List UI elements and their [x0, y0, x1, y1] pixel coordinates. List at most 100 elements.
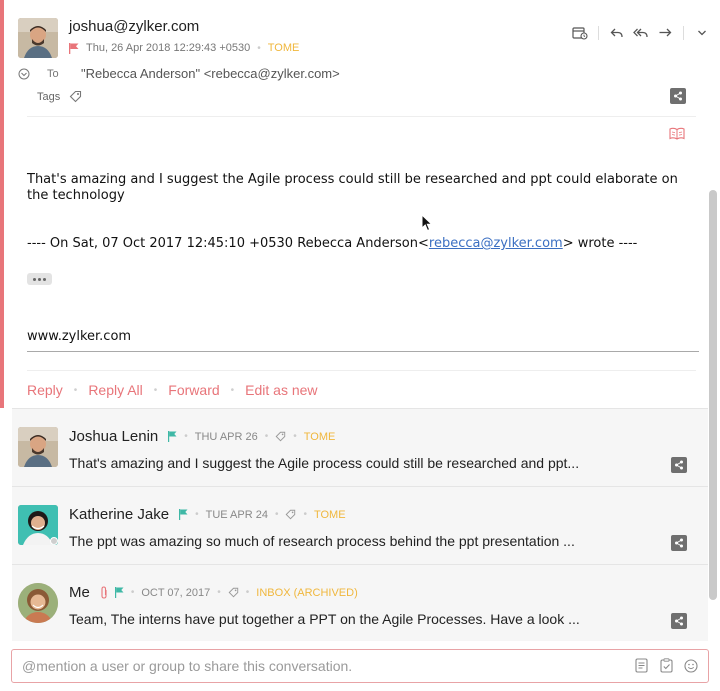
selected-indicator	[0, 0, 4, 408]
message-toolbar	[568, 24, 714, 42]
emoji-icon	[684, 658, 698, 673]
signature-divider	[27, 351, 699, 352]
mention-input[interactable]	[22, 658, 582, 674]
mention-box	[11, 649, 709, 683]
quote-suffix: > wrote ----	[562, 236, 638, 251]
message-snippet: The ppt was amazing so much of research …	[69, 533, 575, 549]
forward-icon	[659, 28, 672, 37]
thread-date: THU APR 26	[194, 430, 258, 443]
flag-icon[interactable]	[114, 587, 124, 598]
attachment-icon[interactable]	[100, 586, 108, 599]
separator-dot: •	[195, 509, 199, 520]
reply-button[interactable]	[605, 24, 629, 42]
emoji-button[interactable]	[684, 658, 698, 673]
task-button[interactable]	[659, 658, 673, 673]
task-icon	[659, 658, 673, 673]
reply-all-button[interactable]	[629, 24, 653, 42]
folder-label[interactable]: TOME	[304, 431, 336, 443]
expand-icon[interactable]	[18, 68, 30, 80]
reply-all-link[interactable]: Reply All	[88, 382, 142, 398]
reply-icon	[610, 28, 623, 38]
to-label: To	[47, 67, 59, 80]
separator-dot: •	[217, 587, 221, 598]
share-icon	[675, 460, 683, 470]
separator-dot: •	[184, 431, 188, 442]
thread-date: OCT 07, 2017	[141, 586, 211, 599]
share-button[interactable]	[671, 457, 687, 473]
scrollbar[interactable]	[709, 190, 717, 600]
quote-prefix: ---- On Sat, 07 Oct 2017 12:45:10 +0530 …	[27, 236, 429, 251]
show-quoted-button[interactable]	[27, 273, 52, 285]
message-snippet: Team, The interns have put together a PP…	[69, 611, 580, 627]
share-button[interactable]	[671, 535, 687, 551]
reply-link[interactable]: Reply	[27, 382, 63, 398]
sender-name: Me	[69, 584, 90, 601]
sender-name: Katherine Jake	[69, 506, 170, 523]
thread-meta: • TUE APR 24 • • TOME	[179, 508, 346, 521]
thread-meta: • OCT 07, 2017 • • INBOX (ARCHIVED)	[100, 586, 358, 599]
share-button[interactable]	[671, 613, 687, 629]
thread-sender-row: Joshua Lenin • THU APR 26 • • TOME	[69, 428, 335, 445]
flag-icon[interactable]	[179, 509, 188, 520]
quote-email-link[interactable]: rebecca@zylker.com	[429, 236, 563, 251]
thread-item[interactable]: Joshua Lenin • THU APR 26 • • TOME That'…	[12, 408, 708, 486]
separator-dot: •	[73, 384, 78, 396]
mention-icons	[634, 658, 698, 673]
tag-icon[interactable]	[228, 587, 239, 598]
message-actions: Reply • Reply All • Forward • Edit as ne…	[27, 382, 318, 398]
calendar-button[interactable]	[568, 24, 592, 42]
tag-icon[interactable]	[69, 90, 82, 103]
avatar[interactable]	[18, 18, 58, 58]
folder-label[interactable]: TOME	[268, 42, 300, 54]
sender-email[interactable]: joshua@zylker.com	[69, 18, 199, 35]
mouse-cursor-icon	[421, 214, 433, 232]
message-body: That's amazing and I suggest the Agile p…	[27, 172, 678, 203]
separator-dot: •	[303, 509, 307, 520]
separator-dot: •	[245, 587, 250, 598]
notes-icon	[634, 658, 648, 673]
more-chevron-icon	[698, 30, 706, 36]
toolbar-divider	[683, 26, 684, 40]
message-date: Thu, 26 Apr 2018 12:29:43 +0530	[86, 42, 251, 54]
forward-link[interactable]: Forward	[168, 382, 219, 398]
presence-indicator	[50, 537, 58, 545]
calendar-icon	[572, 27, 588, 40]
tags-row: Tags	[37, 90, 82, 103]
thread-sender-row: Me • OCT 07, 2017 • • INBOX (ARCHIVED)	[69, 584, 358, 601]
to-value[interactable]: "Rebecca Anderson" <rebecca@zylker.com>	[81, 66, 340, 81]
separator-dot: •	[130, 587, 135, 598]
tags-label: Tags	[37, 90, 61, 103]
avatar	[18, 427, 58, 467]
tag-icon[interactable]	[285, 509, 296, 520]
edit-as-new-link[interactable]: Edit as new	[245, 382, 317, 398]
reading-mode-icon[interactable]	[669, 127, 685, 140]
thread-item[interactable]: Katherine Jake • TUE APR 24 • • TOME The…	[12, 486, 708, 564]
message-meta: Thu, 26 Apr 2018 12:29:43 +0530 • TOME	[69, 42, 299, 54]
separator-dot: •	[274, 509, 279, 520]
thread-sender-row: Katherine Jake • TUE APR 24 • • TOME	[69, 506, 346, 523]
separator-dot: •	[293, 431, 297, 442]
share-button[interactable]	[670, 88, 686, 104]
flag-icon[interactable]	[168, 431, 177, 442]
separator-dot: •	[257, 42, 261, 54]
avatar	[18, 583, 58, 623]
folder-label[interactable]: INBOX (ARCHIVED)	[256, 587, 357, 599]
folder-label[interactable]: TOME	[314, 509, 346, 521]
reply-all-icon	[633, 28, 648, 38]
share-icon	[675, 616, 683, 626]
more-actions-button[interactable]	[690, 24, 714, 42]
notes-button[interactable]	[634, 658, 648, 673]
toolbar-divider	[598, 26, 599, 40]
flag-icon[interactable]	[69, 42, 79, 54]
forward-button[interactable]	[653, 24, 677, 42]
actions-divider	[27, 370, 696, 371]
tag-icon[interactable]	[275, 431, 286, 442]
thread-item[interactable]: Me • OCT 07, 2017 • • INBOX (ARCHIVED) T…	[12, 564, 708, 641]
recipient-row: To "Rebecca Anderson" <rebecca@zylker.co…	[18, 66, 340, 81]
signature: www.zylker.com	[27, 329, 132, 344]
separator-dot: •	[153, 384, 158, 396]
separator-dot: •	[230, 384, 235, 396]
thread-date: TUE APR 24	[205, 508, 268, 521]
share-icon	[675, 538, 683, 548]
message-snippet: That's amazing and I suggest the Agile p…	[69, 455, 580, 471]
